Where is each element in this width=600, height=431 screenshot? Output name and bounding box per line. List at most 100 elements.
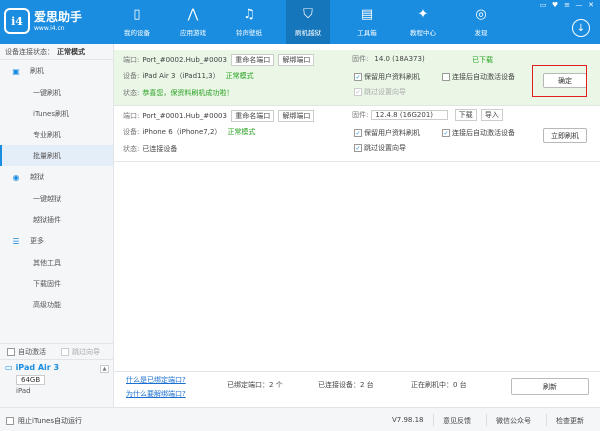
sidebar-options: 自动激活 跳过向导 [0, 343, 114, 359]
device-name: ▭ iPad Air 3 [5, 363, 60, 372]
auto-activate-option[interactable]: 连接后自动激活设备 [442, 72, 515, 82]
port-status-bar: 什么是已绑定端口? 为什么要解绑端口? 已绑定端口：2 个 已连接设备：2 台 … [114, 371, 600, 407]
app-title: 爱思助手 [34, 9, 83, 24]
firmware-field[interactable]: 12.4.8 (16G201) [371, 110, 449, 120]
firmware-status: 已下载 [472, 56, 493, 64]
top-bar: i4 爱思助手 www.i4.cn ▯ 我的设备 ⋀ 应用游戏 ♫ 铃声壁纸 ⛉… [0, 0, 600, 44]
check-update-link[interactable]: 检查更新 [556, 416, 584, 426]
sidebar-section-more[interactable]: ☰ 更多 [0, 230, 113, 252]
port-line: 端口: Port_#0001.Hub_#0003 重命名端口 解绑端口 [123, 110, 315, 122]
auto-activate-option[interactable]: ✓ 连接后自动激活设备 [442, 128, 515, 138]
app-logo: i4 爱思助手 www.i4.cn [4, 8, 82, 34]
skip-setup-checkbox: ✓ [354, 88, 362, 96]
connection-mode: 正常模式 [57, 47, 85, 56]
compass-icon: ◎ [475, 6, 487, 22]
device-line: 设备: iPad Air 3（iPad11,3） 正常模式 [123, 72, 254, 80]
what-is-bound-port-link[interactable]: 什么是已绑定端口? [126, 375, 186, 385]
jailbreak-icon: ◉ [12, 172, 20, 182]
auto-activate-checkbox[interactable] [7, 347, 15, 356]
auto-activate-device-checkbox[interactable] [442, 73, 450, 81]
device-row-1: 端口: Port_#0002.Hub_#0003 重命名端口 解绑端口 设备: iP… [114, 50, 600, 106]
rename-port-button[interactable]: 重命名端口 [231, 54, 275, 66]
sidebar-section-jailbreak[interactable]: ◉ 越狱 [0, 166, 113, 188]
sidebar-item-batch-flash[interactable]: 批量刷机 [0, 145, 113, 166]
phone-icon: ▯ [133, 6, 141, 22]
menu-icon[interactable]: ≡ [562, 1, 572, 9]
nav-ringtones-wallpapers[interactable]: ♫ 铃声壁纸 [227, 0, 271, 44]
firmware-line: 固件: 12.4.8 (16G201) 下载 导入 [352, 109, 503, 121]
shield-icon: ⛉ [303, 6, 313, 22]
divider [546, 414, 547, 426]
download-firmware-button[interactable]: 下载 [454, 109, 477, 121]
logo-mark-icon: i4 [4, 8, 30, 34]
flash-now-button[interactable]: 立即刷机 [543, 128, 587, 143]
why-unbind-port-link[interactable]: 为什么要解绑端口? [126, 389, 186, 399]
device-capacity: 64GB [16, 375, 46, 385]
sidebar-section-flash[interactable]: ▣ 刷机 [0, 60, 113, 82]
batch-flash-panel: 端口: Port_#0002.Hub_#0003 重命名端口 解绑端口 设备: iP… [114, 44, 600, 371]
app-url: www.i4.cn [34, 24, 65, 32]
skip-guide-checkbox [61, 347, 69, 356]
feedback-link[interactable]: 意见反馈 [443, 416, 471, 426]
app-store-icon: ⋀ [187, 6, 199, 22]
connection-status: 设备连接状态： 正常模式 [0, 44, 113, 60]
sidebar-item-jailbreak-plugins[interactable]: 越狱插件 [0, 209, 113, 230]
heart-icon[interactable]: ♥ [550, 1, 560, 9]
skip-setup-checkbox[interactable]: ✓ [354, 144, 362, 152]
sidebar-item-itunes-flash[interactable]: iTunes刷机 [0, 103, 113, 124]
keep-data-option[interactable]: ✓ 保留用户资料刷机 [354, 72, 420, 82]
port-line: 端口: Port_#0002.Hub_#0003 重命名端口 解绑端口 [123, 54, 315, 66]
close-icon[interactable]: ✕ [586, 1, 596, 9]
nav-discover[interactable]: ◎ 发现 [459, 0, 503, 44]
download-manager-icon[interactable]: ↓ [572, 19, 590, 37]
divider [486, 414, 487, 426]
tablet-icon: ▭ [5, 363, 13, 372]
flashing-count: 正在刷机中：0 台 [411, 381, 467, 389]
device-card[interactable]: ▭ iPad Air 3 64GB iPad ▲ [0, 359, 114, 407]
sidebar-item-other-tools[interactable]: 其他工具 [0, 252, 113, 273]
sidebar-item-one-click-flash[interactable]: 一键刷机 [0, 82, 113, 103]
sidebar-item-one-click-jailbreak[interactable]: 一键越狱 [0, 188, 113, 209]
nav-flash-jailbreak[interactable]: ⛉ 刷机越狱 [286, 0, 330, 44]
minimize-icon[interactable]: — [574, 1, 584, 9]
highlight-box [532, 65, 587, 97]
unbind-port-button[interactable]: 解绑端口 [278, 54, 315, 66]
nav-my-device[interactable]: ▯ 我的设备 [115, 0, 159, 44]
nav-toolbox[interactable]: ▤ 工具箱 [345, 0, 389, 44]
rename-port-button[interactable]: 重命名端口 [231, 110, 275, 122]
version-label: V7.98.18 [392, 416, 424, 424]
refresh-button[interactable]: 刷新 [511, 378, 589, 395]
keep-data-option[interactable]: ✓ 保留用户资料刷机 [354, 128, 420, 138]
divider [433, 414, 434, 426]
status-line: 状态: 恭喜您，保资料刷机成功啦！ [123, 89, 234, 97]
toolbox-icon: ▤ [360, 6, 374, 22]
keep-data-checkbox[interactable]: ✓ [354, 129, 362, 137]
window-controls: ▭ ♥ ≡ — ✕ [538, 1, 596, 9]
keep-data-checkbox[interactable]: ✓ [354, 73, 362, 81]
sidebar-item-pro-flash[interactable]: 专业刷机 [0, 124, 113, 145]
device-type: iPad [16, 387, 31, 395]
skip-setup-option: ✓ 跳过设置向导 [354, 88, 406, 96]
sidebar-item-advanced[interactable]: 高级功能 [0, 294, 113, 315]
device-row-2: 端口: Port_#0001.Hub_#0003 重命名端口 解绑端口 设备: iP… [114, 106, 600, 162]
skip-setup-option[interactable]: ✓ 跳过设置向导 [354, 143, 406, 153]
status-line: 状态: 已连接设备 [123, 145, 178, 153]
auto-activate-device-checkbox[interactable]: ✓ [442, 129, 450, 137]
sidebar-item-download-firmware[interactable]: 下载固件 [0, 273, 113, 294]
bound-ports-count: 已绑定端口：2 个 [227, 381, 283, 389]
sidebar: 设备连接状态： 正常模式 ▣ 刷机 一键刷机 iTunes刷机 专业刷机 批量刷… [0, 44, 114, 407]
nav-tutorials[interactable]: ✦ 教程中心 [401, 0, 445, 44]
unbind-port-button[interactable]: 解绑端口 [278, 110, 315, 122]
graduation-cap-icon: ✦ [417, 6, 429, 22]
more-icon: ☰ [12, 236, 20, 246]
wechat-link[interactable]: 微信公众号 [496, 416, 531, 426]
collapse-up-icon[interactable]: ▲ [100, 365, 109, 373]
skin-icon[interactable]: ▭ [538, 1, 548, 9]
music-icon: ♫ [243, 6, 255, 22]
device-line: 设备: iPhone 6（iPhone7,2） 正常模式 [123, 128, 256, 136]
flash-icon: ▣ [12, 66, 20, 76]
import-firmware-button[interactable]: 导入 [480, 109, 503, 121]
block-itunes-option[interactable]: 阻止iTunes自动运行 [6, 416, 82, 426]
nav-apps-games[interactable]: ⋀ 应用游戏 [171, 0, 215, 44]
block-itunes-checkbox[interactable] [6, 417, 14, 425]
